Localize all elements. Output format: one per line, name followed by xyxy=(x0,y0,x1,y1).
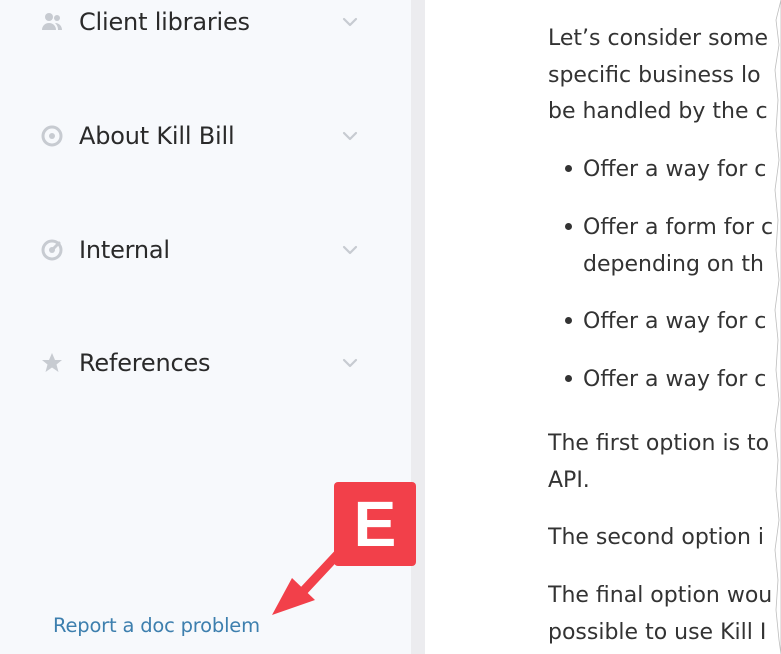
about-icon xyxy=(40,124,64,148)
paragraph-line: The final option wou xyxy=(548,583,773,608)
sidebar-item-label: Internal xyxy=(79,236,170,264)
chevron-down-icon[interactable] xyxy=(340,126,360,146)
main-content: Let’s consider some specific business lo… xyxy=(548,0,781,654)
paragraph-line: API. xyxy=(548,468,590,493)
sidebar-item-internal[interactable]: Internal xyxy=(40,230,360,270)
internal-icon xyxy=(40,238,64,262)
sidebar-item-label: References xyxy=(79,349,211,377)
list-item: Offer a way for c xyxy=(583,157,767,182)
torn-edge xyxy=(774,0,781,654)
callout-badge: E xyxy=(334,482,416,566)
users-icon xyxy=(40,10,64,34)
bullet-dot xyxy=(565,165,572,172)
list-item: Offer a form for c xyxy=(583,215,774,240)
sidebar-item-references[interactable]: References xyxy=(40,343,360,383)
paragraph-line: The first option is to xyxy=(548,431,770,456)
star-icon xyxy=(40,351,64,375)
sidebar-item-label: Client libraries xyxy=(79,8,250,36)
chevron-down-icon[interactable] xyxy=(340,240,360,260)
paragraph-line: Let’s consider some xyxy=(548,26,768,51)
paragraph-line: specific business lo xyxy=(548,63,761,88)
report-doc-problem-link[interactable]: Report a doc problem xyxy=(53,614,260,637)
bullet-dot xyxy=(565,375,572,382)
list-item: Offer a way for c xyxy=(583,309,767,334)
sidebar-item-about-kill-bill[interactable]: About Kill Bill xyxy=(40,116,360,156)
paragraph-line: possible to use Kill I xyxy=(548,620,767,645)
list-item: Offer a way for c xyxy=(583,367,767,392)
chevron-down-icon[interactable] xyxy=(340,353,360,373)
paragraph-line: The second option i xyxy=(548,525,765,550)
bullet-dot xyxy=(565,223,572,230)
sidebar-item-label: About Kill Bill xyxy=(79,122,235,150)
sidebar-item-client-libraries[interactable]: Client libraries xyxy=(40,2,360,42)
list-item-continued: depending on th xyxy=(583,252,764,277)
chevron-down-icon[interactable] xyxy=(340,12,360,32)
bullet-dot xyxy=(565,317,572,324)
paragraph-line: be handled by the c xyxy=(548,99,768,124)
